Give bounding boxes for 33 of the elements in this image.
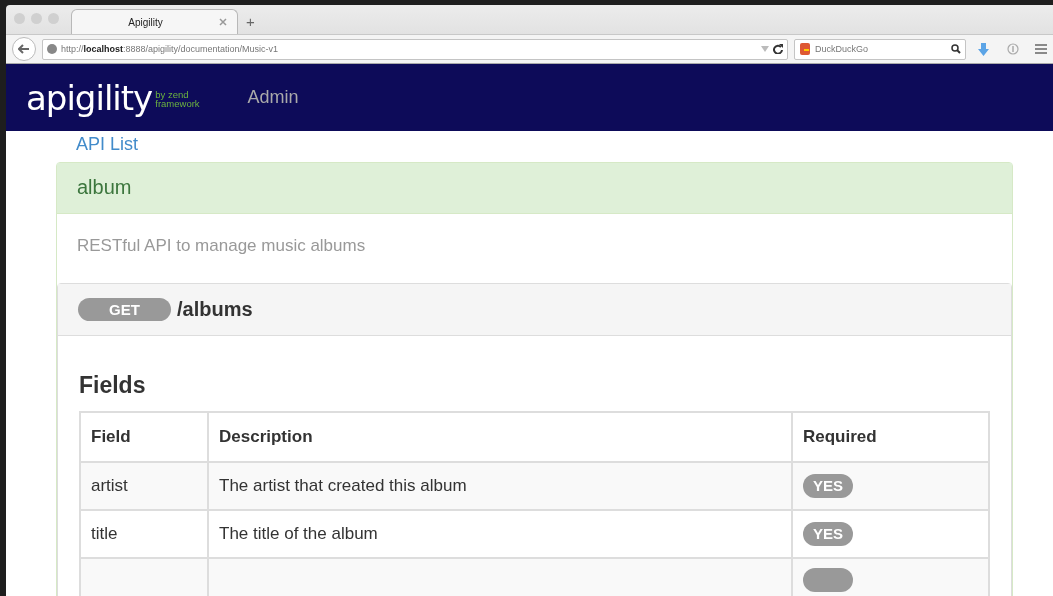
- search-field[interactable]: DuckDuckGo: [794, 38, 966, 60]
- dropdown-icon[interactable]: [761, 46, 769, 52]
- close-icon[interactable]: [219, 18, 227, 26]
- column-header: Field: [80, 412, 208, 462]
- table-cell: title: [80, 510, 208, 558]
- breadcrumb-link[interactable]: API List: [56, 131, 1013, 162]
- window-control[interactable]: [48, 13, 59, 24]
- search-icon[interactable]: [951, 44, 961, 54]
- table-cell: The artist that created this album: [208, 462, 792, 510]
- browser-tab[interactable]: Apigility: [71, 9, 238, 34]
- service-title: album: [57, 163, 1012, 214]
- required-badge: YES: [803, 474, 853, 498]
- back-button[interactable]: [12, 37, 36, 61]
- window-control[interactable]: [14, 13, 25, 24]
- duck-icon: [799, 43, 811, 55]
- nav-link[interactable]: Admin: [247, 87, 299, 108]
- new-tab-button[interactable]: +: [246, 13, 255, 30]
- back-arrow-icon: [18, 44, 30, 54]
- menu-icon[interactable]: [1035, 44, 1047, 54]
- column-header: Description: [208, 412, 792, 462]
- window-control[interactable]: [31, 13, 42, 24]
- reload-icon[interactable]: [773, 44, 783, 54]
- table-cell: The title of the album: [208, 510, 792, 558]
- section-heading: Fields: [79, 372, 147, 399]
- info-icon[interactable]: [1007, 43, 1019, 55]
- address-bar[interactable]: http://localhost:8888/apigility/documentation/Music-v1: [42, 38, 788, 60]
- method-badge: GET: [78, 298, 171, 321]
- operation-path: /albums: [177, 298, 253, 321]
- required-badge: YES: [803, 522, 853, 546]
- globe-icon: [47, 44, 57, 54]
- download-icon[interactable]: [978, 42, 989, 56]
- service-description: RESTful API to manage music albums: [76, 235, 367, 257]
- table-cell: artist: [80, 462, 208, 510]
